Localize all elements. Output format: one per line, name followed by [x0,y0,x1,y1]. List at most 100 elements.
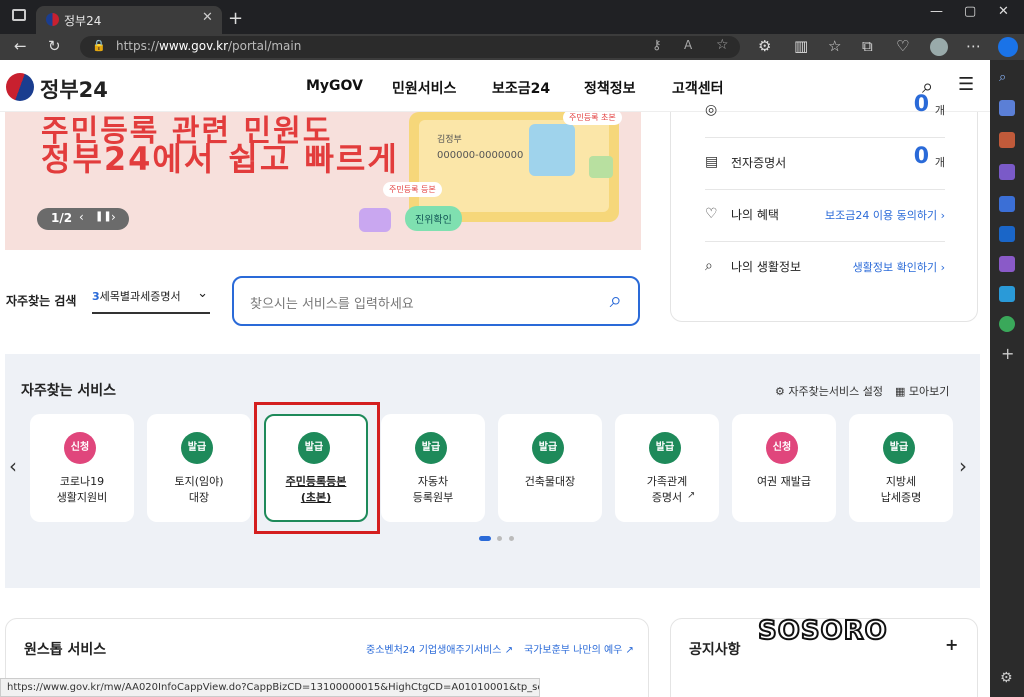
top-unit: 개 [934,104,945,117]
copilot-icon[interactable] [998,37,1018,57]
maximize-icon[interactable]: ▢ [964,4,976,19]
tab-actions-icon[interactable] [12,9,26,21]
badge-issue: 발급 [649,432,681,464]
lock-icon [589,156,613,178]
badge-issue: 발급 [883,432,915,464]
site-logo-text[interactable]: 정부24 [40,74,108,104]
onestop-link-2[interactable]: 국가보훈부 나만의 예우 ↗ [524,641,634,656]
health-icon[interactable]: ♡ [896,37,909,55]
frequent-search-select[interactable]: 3세목별과세증명서 ⌄ [92,286,210,314]
my-benefit-row[interactable]: ♡ 나의 혜택 보조금24 이용 동의하기 › [705,190,945,242]
more-icon[interactable]: ⋯ [966,37,981,55]
page-content: 정부24 MyGOV 민원서비스 보조금24 정책정보 고객센터 ⌕ ☰ 주민등… [0,60,990,697]
lock-icon[interactable]: 🔒 [92,39,106,52]
nav-policy-info[interactable]: 정책정보 [584,78,636,98]
nav-mygov[interactable]: MyGOV [306,78,363,94]
carousel-dot-active[interactable] [479,536,491,541]
briefcase-icon[interactable] [999,132,1015,148]
life-info-label: 나의 생활정보 [731,260,802,274]
address-bar-row: ← ↻ 🔒 https://www.gov.kr/portal/main ⚷ A… [0,34,1024,60]
document-icon: ▤ [705,154,719,170]
info-row-top[interactable]: ◎ 0 개 [705,86,945,138]
settings-icon[interactable]: ⚙ [1000,670,1013,686]
search-doc-icon: ⌕ [705,258,713,274]
service-card-vehicle[interactable]: 발급 자동차 등록원부 [381,414,485,522]
life-info-link[interactable]: 생활정보 확인하기 › [853,259,945,275]
service-card-family[interactable]: 발급 가족관계 증명서 ↗ [615,414,719,522]
onestop-link-1[interactable]: 중소벤처24 기업생애주기서비스 ↗ [366,641,513,656]
badge-issue: 발급 [415,432,447,464]
carousel-dot[interactable] [509,536,514,541]
menu-icon[interactable]: ☰ [958,74,974,95]
e-certificate-row[interactable]: ▤ 전자증명서 0 개 [705,138,945,190]
nav-civil-service[interactable]: 민원서비스 [392,78,456,98]
favicon-icon [46,13,59,26]
life-info-row[interactable]: ⌕ 나의 생활정보 생활정보 확인하기 › [705,242,945,294]
minimize-icon[interactable]: — [930,4,943,19]
browser-tab[interactable]: 정부24 ✕ [36,6,222,34]
service-name: 자동차 등록원부 [412,475,454,504]
add-app-icon[interactable]: + [1001,344,1014,363]
next-arrow-icon[interactable]: › [959,454,967,478]
notice-title: 공지사항 [689,642,741,658]
select-rank: 3 [92,290,100,303]
e-certificate-unit: 개 [934,156,945,169]
key-icon[interactable]: ⚷ [652,38,662,53]
prev-arrow-icon[interactable]: ‹ [9,454,17,478]
services-title: 자주찾는 서비스 [21,383,117,399]
tag-icon[interactable] [999,100,1015,116]
service-card-local-tax[interactable]: 발급 지방세 납세증명 [849,414,953,522]
pause-icon[interactable]: ❚❚ [95,211,112,222]
url-field[interactable]: 🔒 https://www.gov.kr/portal/main ⚷ A ☆ [80,36,740,58]
service-card-passport[interactable]: 신청 여권 재발급 [732,414,836,522]
extensions-icon[interactable]: ⚙ [758,37,771,55]
copilot-app-icon[interactable] [999,196,1015,212]
onestop-title: 원스톱 서비스 [24,642,107,658]
banner-headline-2: 정부24에서 쉽고 빠르게 [41,140,399,178]
outlook-icon[interactable] [999,226,1015,242]
window-close-icon[interactable]: ✕ [998,4,1009,19]
next-arrow-icon[interactable]: › [111,210,116,224]
edit-icon[interactable] [999,256,1015,272]
prev-arrow-icon[interactable]: ‹ [79,210,84,224]
favorite-icon[interactable]: ☆ [716,37,729,53]
browser-tab-bar: 정부24 ✕ + — ▢ ✕ [0,0,1024,34]
service-card-covid[interactable]: 신청 코로나19 생활지원비 [30,414,134,522]
search-icon[interactable]: ⌕ [999,70,1015,86]
notice-more-button[interactable]: + [945,635,958,654]
nav-subsidy24[interactable]: 보조금24 [492,78,550,98]
badge-issue: 발급 [181,432,213,464]
status-url-bar: https://www.gov.kr/mw/AA020InfoCappView.… [0,678,540,697]
subsidy-agree-link[interactable]: 보조금24 이용 동의하기 › [825,207,945,223]
new-tab-icon[interactable]: + [228,8,243,29]
favorites-icon[interactable]: ☆ [828,37,841,55]
service-card-land[interactable]: 발급 토지(임야) 대장 [147,414,251,522]
carousel-dot[interactable] [497,536,502,541]
search-icon[interactable]: ⌕ [610,288,622,313]
service-name: 지방세 납세증명 [880,475,922,504]
badge-issue: 발급 [532,432,564,464]
service-search-input[interactable]: 찾으시는 서비스를 입력하세요 ⌕ [232,276,640,326]
services-setting-link[interactable]: ⚙ 자주찾는서비스 설정 [775,383,883,399]
profile-avatar[interactable] [930,38,948,56]
read-aloud-icon[interactable]: A [684,38,692,52]
view-all-link[interactable]: ▦ 모아보기 [895,383,949,399]
service-card-building[interactable]: 발급 건축물대장 [498,414,602,522]
collections-icon[interactable]: ⧉ [862,37,873,55]
camera-icon [359,208,391,232]
split-screen-icon[interactable]: ▥ [794,37,808,55]
chevron-down-icon: ⌄ [197,286,208,301]
e-certificate-count: 0 [913,144,929,169]
refresh-icon[interactable]: ↻ [48,37,61,55]
banner-pager[interactable]: 1/2 ‹ ❚❚ › [37,208,129,230]
person-icon[interactable] [999,164,1015,180]
back-icon[interactable]: ← [14,37,27,55]
external-link-icon: ↗ [687,490,696,501]
frequent-services-section: 자주찾는 서비스 ⚙ 자주찾는서비스 설정 ▦ 모아보기 ‹ › 신청 코로나1… [5,354,980,588]
send-icon[interactable] [999,286,1015,302]
taegeuk-logo-icon[interactable] [6,73,34,101]
main-banner[interactable]: 주민등록 관련 민원도 정부24에서 쉽고 빠르게 김정부 000000-000… [5,112,641,250]
card-name: 김정부 [437,135,462,145]
tree-icon[interactable] [999,316,1015,332]
close-tab-icon[interactable]: ✕ [202,10,213,25]
